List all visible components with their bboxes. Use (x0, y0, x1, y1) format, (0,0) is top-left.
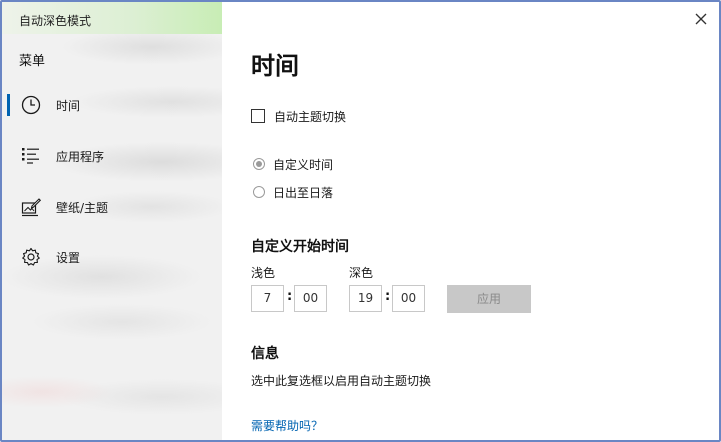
time-separator: : (287, 289, 293, 304)
custom-start-heading: 自定义开始时间 (251, 239, 349, 255)
sidebar-item-time[interactable]: 时间 (2, 88, 222, 122)
light-hour-input[interactable]: 7 (251, 285, 284, 312)
sidebar-item-apps[interactable]: 应用程序 (2, 139, 222, 173)
info-heading: 信息 (251, 346, 279, 362)
edit-picture-icon (21, 198, 41, 217)
sidebar: 自动深色模式 菜单 时间 应用程序 壁纸/主题 设置 (2, 2, 222, 440)
page-title: 时间 (251, 52, 299, 80)
dark-label: 深色 (349, 266, 374, 280)
light-minute-input[interactable]: 00 (294, 285, 327, 312)
app-title: 自动深色模式 (19, 14, 92, 28)
radio-label: 自定义时间 (273, 158, 334, 172)
sidebar-item-label: 壁纸/主题 (56, 201, 109, 215)
menu-heading: 菜单 (19, 54, 46, 69)
gear-icon (22, 247, 40, 266)
sidebar-item-wallpaper[interactable]: 壁纸/主题 (2, 190, 222, 224)
auto-switch-label: 自动主题切换 (274, 110, 347, 124)
radio-button[interactable] (253, 158, 265, 170)
sidebar-item-label: 设置 (56, 251, 81, 265)
app-window: 自动深色模式 菜单 时间 应用程序 壁纸/主题 设置 时间 自动主题切换 自定义… (0, 0, 721, 442)
sidebar-item-label: 时间 (56, 99, 81, 113)
sidebar-item-label: 应用程序 (56, 150, 105, 164)
info-text: 选中此复选框以启用自动主题切换 (251, 374, 432, 388)
radio-button[interactable] (253, 186, 265, 198)
sidebar-item-settings[interactable]: 设置 (2, 240, 222, 274)
apply-button[interactable]: 应用 (447, 285, 531, 313)
light-label: 浅色 (251, 266, 276, 280)
help-link[interactable]: 需要帮助吗？ (251, 417, 323, 434)
dark-hour-input[interactable]: 19 (349, 285, 382, 312)
selected-indicator (7, 94, 10, 116)
close-icon[interactable] (690, 8, 712, 30)
clock-icon (21, 95, 41, 115)
list-icon (22, 148, 39, 164)
time-separator: : (385, 289, 391, 304)
title-bar: 自动深色模式 (2, 2, 222, 34)
dark-minute-input[interactable]: 00 (392, 285, 425, 312)
radio-label: 日出至日落 (273, 186, 334, 200)
auto-switch-checkbox[interactable] (251, 109, 265, 123)
